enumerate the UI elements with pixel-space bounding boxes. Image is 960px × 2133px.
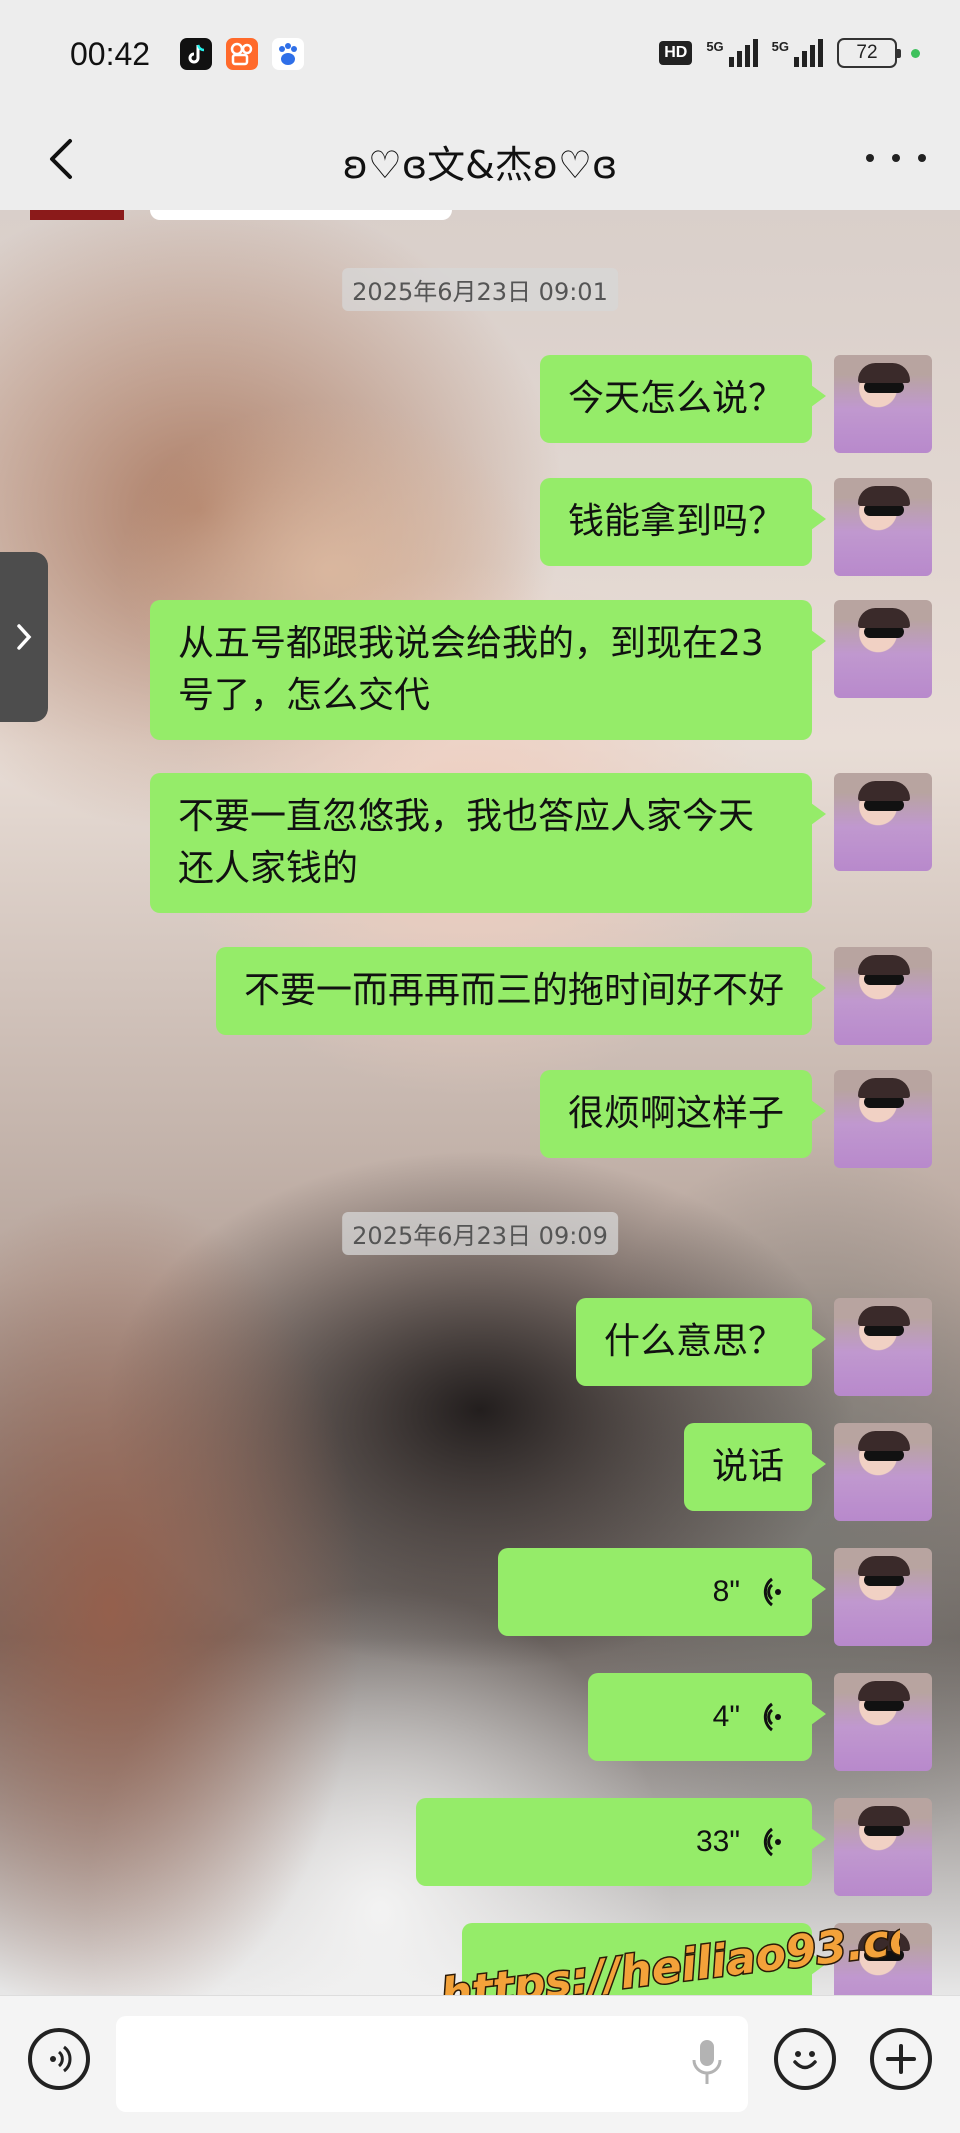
signal-icon: 5G xyxy=(772,39,823,67)
user-avatar[interactable] xyxy=(834,600,932,698)
emoji-icon xyxy=(793,2051,817,2070)
user-avatar[interactable] xyxy=(834,1548,932,1646)
battery-level: 72 xyxy=(856,42,878,63)
voice-duration: 33" xyxy=(695,1825,740,1858)
input-bar xyxy=(0,1995,960,2133)
voice-duration: 4" xyxy=(712,1700,740,1733)
voice-wave-icon xyxy=(763,1577,781,1607)
user-avatar[interactable] xyxy=(834,1070,932,1168)
message-bubble[interactable]: 从五号都跟我说会给我的，到现在23号了，怎么交代 xyxy=(150,600,826,740)
user-avatar[interactable] xyxy=(834,355,932,453)
more-dots-icon xyxy=(866,154,874,162)
message-bubble[interactable]: 钱能拿到吗？ xyxy=(539,478,827,566)
voice-message[interactable]: 4" xyxy=(588,1673,826,1761)
add-button[interactable] xyxy=(870,2028,932,2090)
voice-mode-icon xyxy=(50,2045,72,2073)
status-bar: 00:42 HD 5G 5G 72 xyxy=(0,0,960,110)
message-bubble[interactable]: 很烦啊这样子 xyxy=(539,1070,827,1158)
kuaishou-icon xyxy=(226,38,258,70)
user-avatar[interactable] xyxy=(834,1798,932,1896)
user-avatar[interactable] xyxy=(834,1423,932,1521)
voice-message[interactable]: 33" xyxy=(416,1798,826,1886)
mic-icon[interactable] xyxy=(690,2038,724,2088)
chat-header: ʚ♡ɞ文&杰ʚ♡ɞ xyxy=(0,110,960,210)
voice-wave-icon xyxy=(763,1827,781,1857)
message-bubble[interactable]: 不要一而再再而三的拖时间好不好 xyxy=(215,947,827,1035)
partial-image xyxy=(30,210,124,220)
message-bubble[interactable]: 什么意思？ xyxy=(575,1298,827,1386)
baidu-icon xyxy=(272,38,304,70)
voice-wave-icon xyxy=(763,1702,781,1732)
privacy-indicator xyxy=(911,48,920,58)
message-bubble[interactable]: 今天怎么说？ xyxy=(539,355,827,443)
emoji-button[interactable] xyxy=(774,2028,836,2090)
message-bubble[interactable]: 不要一直忽悠我，我也答应人家今天还人家钱的 xyxy=(150,773,826,913)
user-avatar[interactable] xyxy=(834,478,932,576)
chat-messages[interactable]: 2025年6月23日 09:01 今天怎么说？ 钱能拿到吗？ 从五号都跟我说会给… xyxy=(0,210,960,1995)
user-avatar[interactable] xyxy=(834,1298,932,1396)
partial-bubble xyxy=(150,210,452,220)
plus-icon xyxy=(886,2044,916,2074)
status-time: 00:42 xyxy=(70,36,151,72)
side-expand-button[interactable] xyxy=(0,552,48,722)
voice-duration: 8" xyxy=(712,1575,740,1608)
message-timestamp: 2025年6月23日 09:09 xyxy=(342,1212,618,1255)
tiktok-icon xyxy=(180,38,212,70)
hd-badge: HD xyxy=(659,41,693,65)
message-timestamp: 2025年6月23日 09:01 xyxy=(342,268,618,311)
chat-title: ʚ♡ɞ文&杰ʚ♡ɞ xyxy=(342,143,618,187)
message-input[interactable] xyxy=(116,2016,748,2112)
more-button[interactable] xyxy=(866,138,926,178)
signal-icon: 5G xyxy=(706,39,758,67)
voice-mode-button[interactable] xyxy=(28,2028,90,2090)
user-avatar[interactable] xyxy=(834,773,932,871)
message-bubble[interactable]: 说话 xyxy=(683,1423,827,1511)
voice-message[interactable]: 8" xyxy=(498,1548,826,1636)
user-avatar[interactable] xyxy=(834,947,932,1045)
chevron-right-icon xyxy=(17,624,32,650)
user-avatar[interactable] xyxy=(834,1673,932,1771)
battery-icon: 72 xyxy=(837,38,901,68)
